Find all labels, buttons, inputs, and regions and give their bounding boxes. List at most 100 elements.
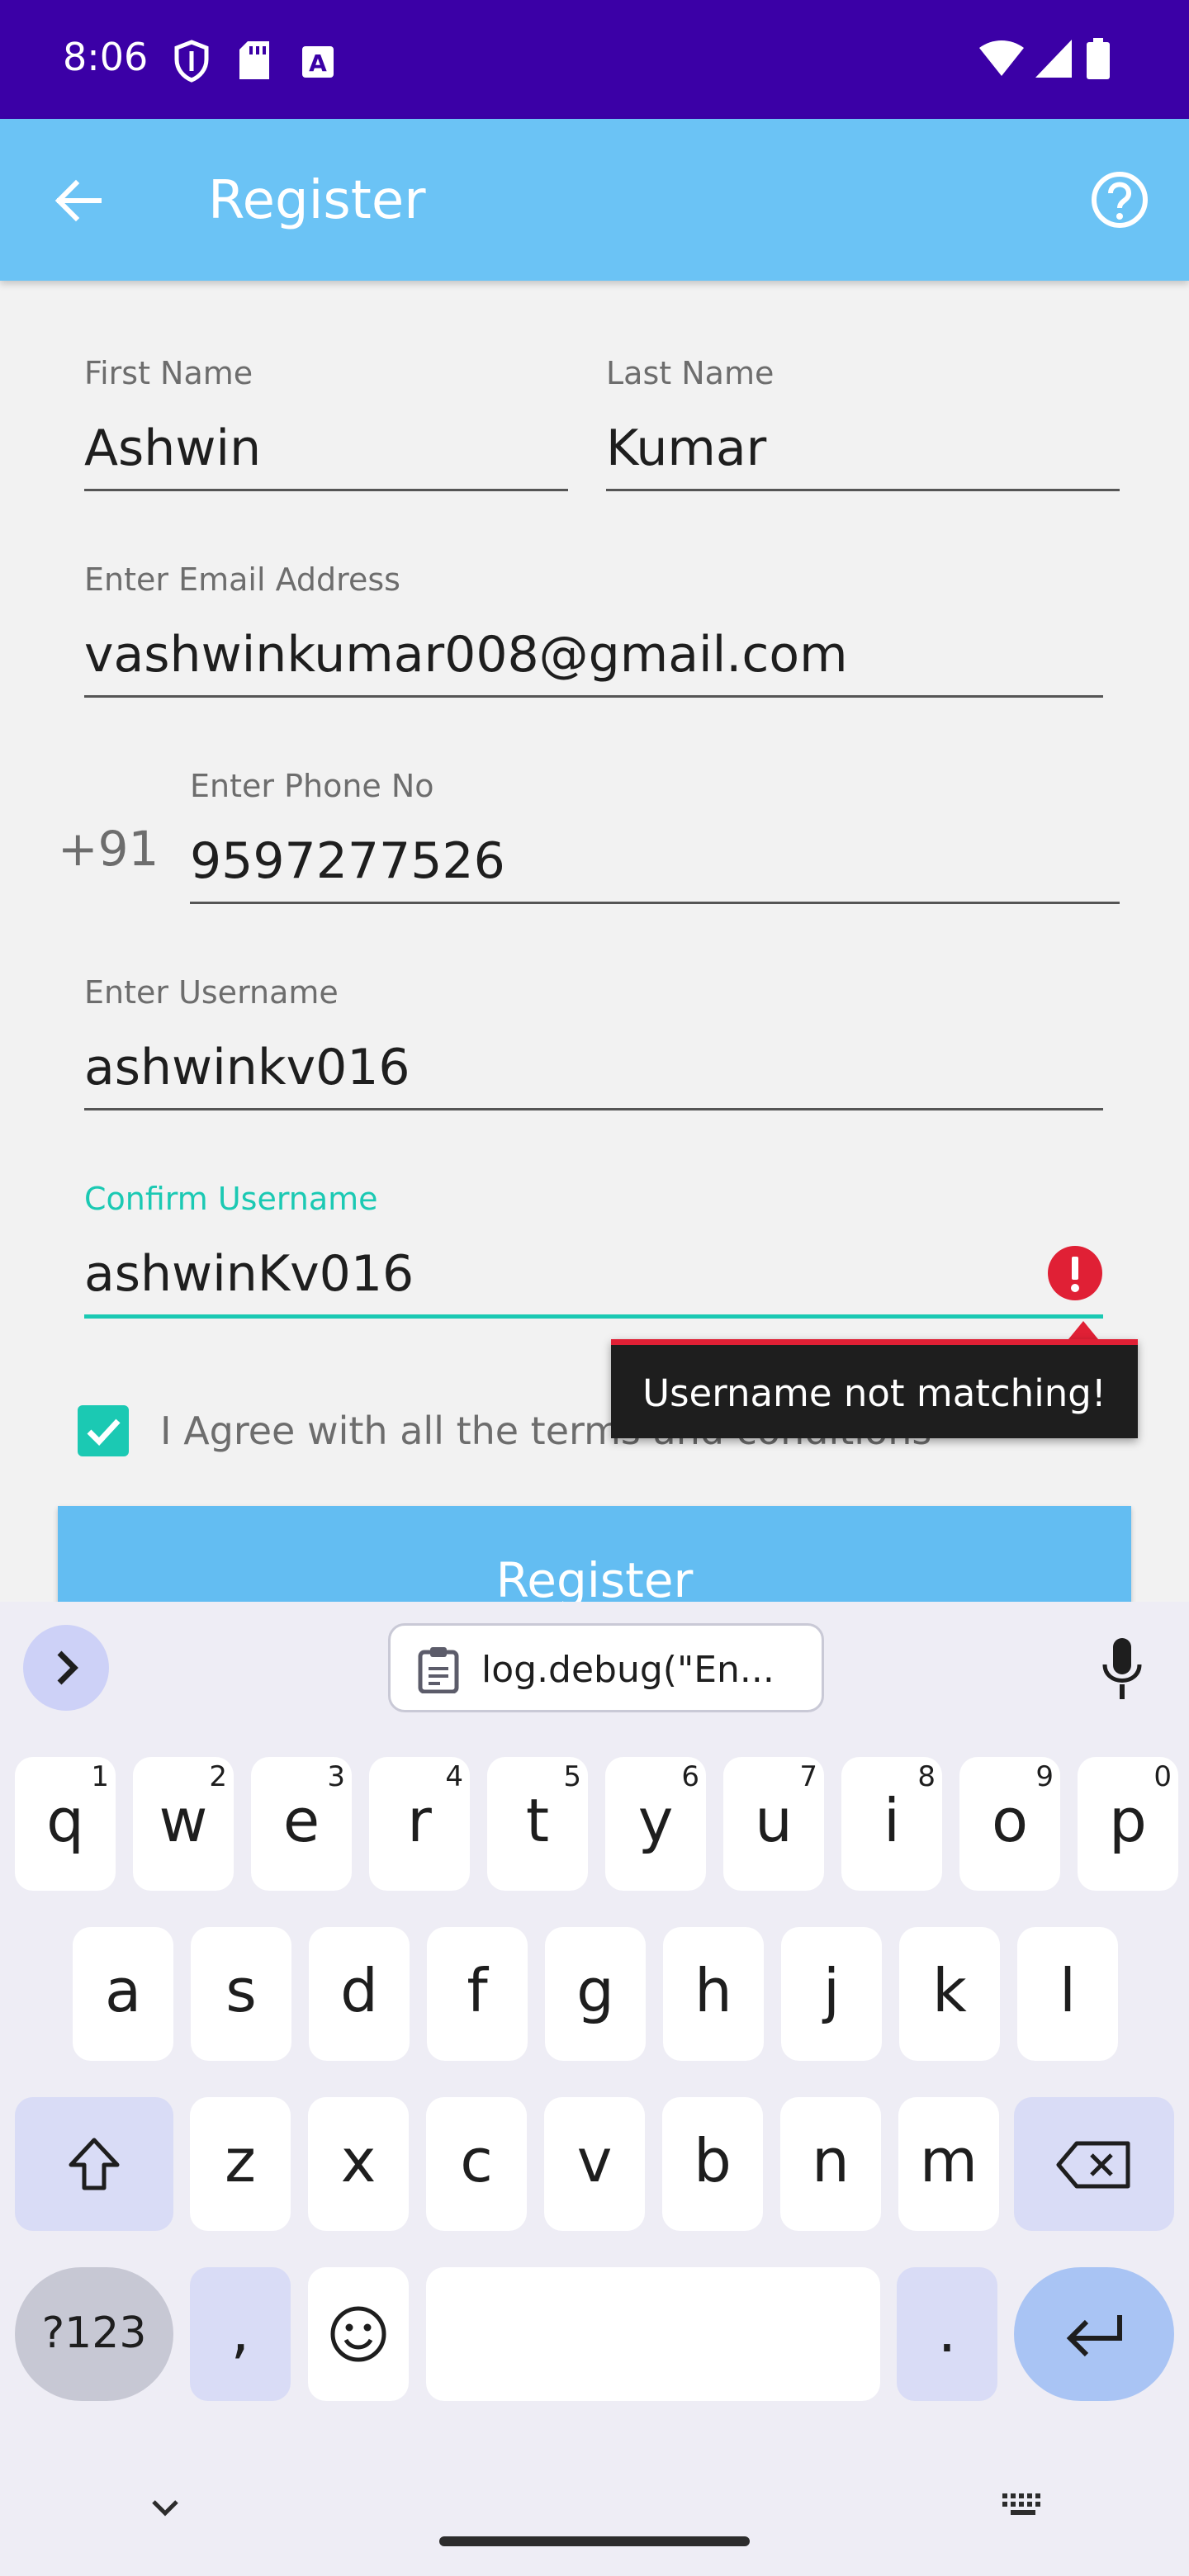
key-d[interactable]: d xyxy=(309,1927,410,2061)
key-label: z xyxy=(225,2126,256,2195)
key-r[interactable]: r4 xyxy=(369,1757,470,1891)
svg-text:A: A xyxy=(309,50,327,77)
period-key[interactable]: . xyxy=(897,2267,997,2401)
key-label: k xyxy=(932,1956,967,2025)
key-g[interactable]: g xyxy=(545,1927,646,2061)
key-label: f xyxy=(467,1956,488,2025)
last-name-field[interactable]: Kumar xyxy=(606,419,766,477)
key-number-hint: 3 xyxy=(327,1760,345,1793)
expand-toolbar-button[interactable] xyxy=(23,1625,109,1711)
key-label: p xyxy=(1109,1786,1147,1855)
key-label: m xyxy=(919,2126,978,2195)
key-label: ?123 xyxy=(41,2308,147,2358)
username-label: Enter Username xyxy=(84,974,339,1011)
country-code: +91 xyxy=(58,821,159,877)
shift-key[interactable] xyxy=(15,2097,173,2231)
confirm-username-field[interactable]: ashwinKv016 xyxy=(84,1245,414,1303)
emoji-icon xyxy=(330,2306,386,2362)
keyboard xyxy=(0,1602,1189,2576)
keyboard-switch-icon[interactable] xyxy=(1001,2492,1047,2518)
tooltip-error-bar xyxy=(611,1339,1138,1345)
first-name-label: First Name xyxy=(84,355,253,391)
key-label: x xyxy=(340,2126,377,2195)
app-bar: Register xyxy=(0,119,1189,281)
key-label: e xyxy=(282,1786,320,1855)
key-v[interactable]: v xyxy=(544,2097,645,2231)
sd-card-icon xyxy=(239,41,269,79)
register-button[interactable]: Register xyxy=(58,1506,1131,1613)
error-tooltip: Username not matching! xyxy=(611,1339,1138,1438)
key-label: d xyxy=(340,1956,378,2025)
key-label: j xyxy=(822,1956,840,2025)
key-n[interactable]: n xyxy=(780,2097,881,2231)
key-c[interactable]: c xyxy=(426,2097,527,2231)
key-x[interactable]: x xyxy=(308,2097,409,2231)
enter-key[interactable] xyxy=(1014,2267,1174,2401)
key-a[interactable]: a xyxy=(73,1927,173,2061)
keyboard-hide-icon[interactable] xyxy=(147,2493,183,2520)
key-number-hint: 9 xyxy=(1035,1760,1054,1793)
phone-field[interactable]: 9597277526 xyxy=(190,832,505,890)
backspace-icon xyxy=(1056,2141,1130,2189)
page-title: Register xyxy=(208,170,426,231)
key-p[interactable]: p0 xyxy=(1078,1757,1178,1891)
emoji-key[interactable] xyxy=(308,2267,409,2401)
email-field[interactable]: vashwinkumar008@gmail.com xyxy=(84,626,848,684)
key-i[interactable]: i8 xyxy=(841,1757,942,1891)
key-u[interactable]: u7 xyxy=(723,1757,824,1891)
key-label: a xyxy=(104,1956,142,2025)
key-number-hint: 8 xyxy=(917,1760,936,1793)
symbols-key[interactable]: ?123 xyxy=(15,2267,173,2401)
key-f[interactable]: f xyxy=(427,1927,528,2061)
help-circle-icon[interactable] xyxy=(1090,170,1149,230)
key-number-hint: 0 xyxy=(1153,1760,1172,1793)
key-label: w xyxy=(159,1786,208,1855)
shield-icon xyxy=(174,40,209,83)
username-field[interactable]: ashwinkv016 xyxy=(84,1039,410,1096)
first-name-field[interactable]: Ashwin xyxy=(84,419,261,477)
key-label: . xyxy=(937,2296,957,2365)
confirm-username-underline xyxy=(84,1314,1103,1319)
key-label: b xyxy=(694,2126,732,2195)
clipboard-icon xyxy=(418,1647,459,1693)
key-number-hint: 2 xyxy=(209,1760,227,1793)
key-e[interactable]: e3 xyxy=(251,1757,352,1891)
key-h[interactable]: h xyxy=(663,1927,764,2061)
key-k[interactable]: k xyxy=(899,1927,1000,2061)
key-j[interactable]: j xyxy=(781,1927,882,2061)
back-arrow-icon[interactable] xyxy=(50,172,107,230)
backspace-key[interactable] xyxy=(1014,2097,1174,2231)
key-label: , xyxy=(230,2296,250,2365)
key-y[interactable]: y6 xyxy=(605,1757,706,1891)
clipboard-text: log.debug("En... xyxy=(481,1649,775,1691)
gesture-bar[interactable] xyxy=(439,2536,750,2546)
key-b[interactable]: b xyxy=(662,2097,763,2231)
enter-arrow-icon xyxy=(1066,2315,1122,2357)
checkmark-icon xyxy=(87,1418,121,1447)
key-l[interactable]: l xyxy=(1017,1927,1118,2061)
status-bar: 8:06 A xyxy=(0,0,1189,119)
email-underline xyxy=(84,695,1103,698)
key-label: g xyxy=(576,1956,614,2025)
key-s[interactable]: s xyxy=(191,1927,291,2061)
comma-key[interactable]: , xyxy=(190,2267,291,2401)
microphone-icon[interactable] xyxy=(1101,1638,1143,1701)
key-z[interactable]: z xyxy=(190,2097,291,2231)
key-label: l xyxy=(1059,1956,1076,2025)
shift-icon xyxy=(69,2138,120,2190)
key-q[interactable]: q1 xyxy=(15,1757,116,1891)
key-o[interactable]: o9 xyxy=(959,1757,1060,1891)
key-label: u xyxy=(755,1786,793,1855)
key-t[interactable]: t5 xyxy=(487,1757,588,1891)
key-m[interactable]: m xyxy=(898,2097,999,2231)
key-label: q xyxy=(46,1786,84,1855)
error-icon[interactable] xyxy=(1047,1245,1103,1301)
first-name-underline xyxy=(84,489,568,491)
key-w[interactable]: w2 xyxy=(133,1757,234,1891)
phone-underline xyxy=(190,902,1120,904)
key-label: i xyxy=(883,1786,900,1855)
clipboard-suggestion[interactable]: log.debug("En... xyxy=(388,1623,824,1712)
space-key[interactable] xyxy=(426,2267,880,2401)
signal-icon xyxy=(1035,40,1072,78)
agree-checkbox[interactable] xyxy=(78,1405,129,1456)
